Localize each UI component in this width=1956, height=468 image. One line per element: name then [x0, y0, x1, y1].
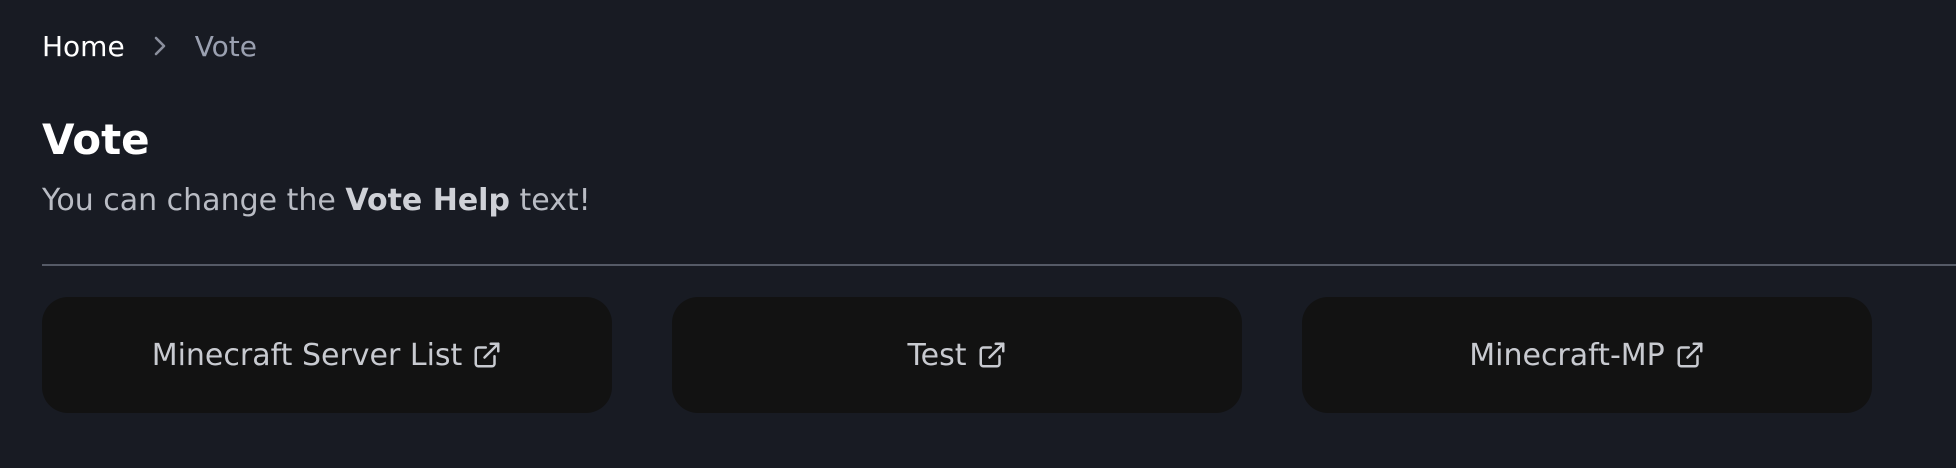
- divider: [42, 264, 1956, 266]
- chevron-right-icon: [125, 26, 195, 66]
- breadcrumb-home-link[interactable]: Home: [42, 30, 125, 63]
- vote-page: Home Vote Vote You can change the Vote H…: [42, 0, 1956, 468]
- page-title: Vote: [42, 115, 150, 164]
- help-text-after: text!: [509, 183, 591, 218]
- vote-site-button[interactable]: Minecraft Server List: [42, 297, 612, 413]
- vote-site-button[interactable]: Minecraft-MP: [1302, 297, 1872, 413]
- vote-help-text: You can change the Vote Help text!: [42, 181, 591, 221]
- external-link-icon: [977, 340, 1007, 370]
- help-text-bold: Vote Help: [345, 183, 510, 218]
- vote-site-list: Minecraft Server List Test Minecraft-MP: [42, 297, 1872, 413]
- vote-site-button[interactable]: Test: [672, 297, 1242, 413]
- help-text-before: You can change the: [42, 183, 346, 218]
- breadcrumb: Home Vote: [42, 26, 257, 66]
- vote-site-label: Minecraft Server List: [151, 337, 463, 373]
- external-link-icon: [1675, 340, 1705, 370]
- vote-site-label: Test: [907, 337, 967, 373]
- vote-site-label: Minecraft-MP: [1469, 337, 1665, 373]
- external-link-icon: [472, 340, 502, 370]
- breadcrumb-current: Vote: [194, 29, 258, 63]
